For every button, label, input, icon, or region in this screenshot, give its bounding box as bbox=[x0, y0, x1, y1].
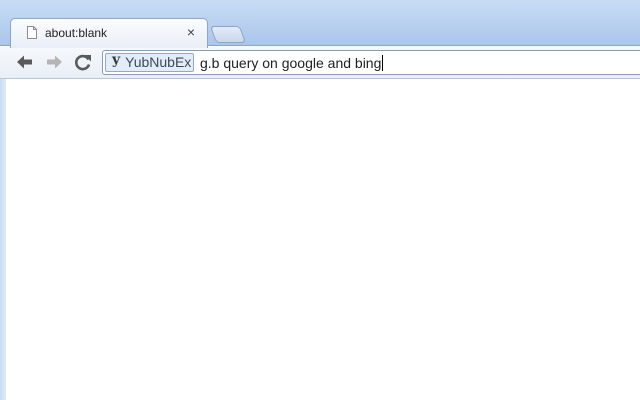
forward-button[interactable] bbox=[42, 51, 66, 73]
arrow-left-icon bbox=[17, 55, 32, 69]
toolbar: y YubNubEx g.b query on google and bing bbox=[0, 45, 640, 79]
address-bar[interactable]: y YubNubEx g.b query on google and bing bbox=[102, 50, 640, 75]
close-icon[interactable]: × bbox=[183, 24, 199, 40]
arrow-right-icon bbox=[47, 55, 62, 69]
reload-icon bbox=[75, 54, 91, 71]
typed-query: g.b query on google and bing bbox=[200, 55, 382, 71]
tab-strip: about:blank × bbox=[0, 0, 640, 48]
page-icon bbox=[27, 26, 37, 39]
window-frame-left bbox=[0, 79, 6, 400]
back-button[interactable] bbox=[13, 51, 37, 73]
text-caret bbox=[382, 55, 384, 71]
address-input-text[interactable]: g.b query on google and bing bbox=[200, 54, 384, 72]
page-content[interactable] bbox=[0, 79, 640, 400]
tab-about-blank[interactable]: about:blank × bbox=[10, 18, 208, 48]
yubnub-icon: y bbox=[112, 52, 121, 68]
keyword-label: YubNubEx bbox=[125, 54, 192, 70]
tab-title: about:blank bbox=[45, 26, 108, 40]
new-tab-button[interactable] bbox=[209, 26, 247, 43]
keyword-search-chip[interactable]: y YubNubEx bbox=[105, 52, 195, 72]
reload-button[interactable] bbox=[71, 51, 95, 73]
browser-window: about:blank × y YubNubEx g.b query on go… bbox=[0, 0, 640, 400]
